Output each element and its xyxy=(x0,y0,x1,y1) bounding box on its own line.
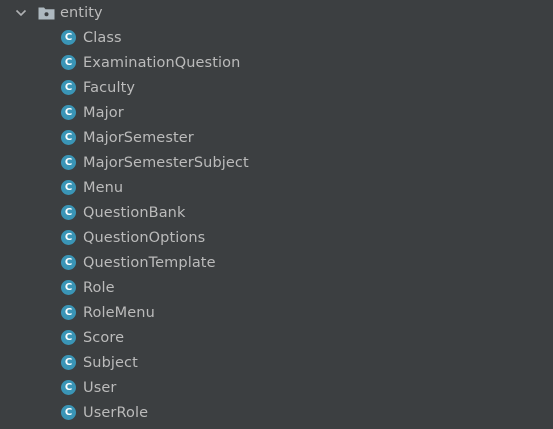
class-label: User xyxy=(83,379,117,396)
class-label: Menu xyxy=(83,179,124,196)
class-icon: C xyxy=(61,155,76,170)
tree-node-class[interactable]: C Class xyxy=(0,25,553,50)
class-label: Major xyxy=(83,104,124,121)
class-icon: C xyxy=(61,230,76,245)
class-label: Faculty xyxy=(83,79,136,96)
tree-node-class[interactable]: C UserRole xyxy=(0,400,553,425)
class-icon: C xyxy=(61,180,76,195)
tree-node-class[interactable]: C User xyxy=(0,375,553,400)
class-icon: C xyxy=(61,255,76,270)
folder-label: entity xyxy=(60,4,103,21)
chevron-down-icon[interactable] xyxy=(14,6,28,20)
tree-node-class[interactable]: C Faculty xyxy=(0,75,553,100)
class-label: Subject xyxy=(83,354,138,371)
class-icon: C xyxy=(61,30,76,45)
class-icon: C xyxy=(61,55,76,70)
class-label: QuestionTemplate xyxy=(83,254,216,271)
class-label: MajorSemesterSubject xyxy=(83,154,249,171)
tree-node-class[interactable]: C Score xyxy=(0,325,553,350)
class-label: UserRole xyxy=(83,404,149,421)
class-icon: C xyxy=(61,280,76,295)
class-label: MajorSemester xyxy=(83,129,194,146)
class-label: RoleMenu xyxy=(83,304,155,321)
class-icon: C xyxy=(61,380,76,395)
tree-node-class[interactable]: C QuestionBank xyxy=(0,200,553,225)
class-label: Class xyxy=(83,29,122,46)
tree-node-class[interactable]: C Role xyxy=(0,275,553,300)
class-icon: C xyxy=(61,305,76,320)
tree-node-class[interactable]: C RoleMenu xyxy=(0,300,553,325)
class-label: QuestionBank xyxy=(83,204,186,221)
tree-node-class[interactable]: C ExaminationQuestion xyxy=(0,50,553,75)
tree-node-class[interactable]: C Subject xyxy=(0,350,553,375)
class-label: QuestionOptions xyxy=(83,229,206,246)
class-icon: C xyxy=(61,405,76,420)
class-icon: C xyxy=(61,355,76,370)
class-label: ExaminationQuestion xyxy=(83,54,241,71)
class-icon: C xyxy=(61,80,76,95)
tree-node-class[interactable]: C Major xyxy=(0,100,553,125)
tree-node-class[interactable]: C MajorSemesterSubject xyxy=(0,150,553,175)
tree-node-class[interactable]: C MajorSemester xyxy=(0,125,553,150)
tree-node-entity-folder[interactable]: entity xyxy=(0,0,553,25)
class-label: Role xyxy=(83,279,115,296)
class-label: Score xyxy=(83,329,125,346)
tree-node-class[interactable]: C QuestionTemplate xyxy=(0,250,553,275)
class-icon: C xyxy=(61,205,76,220)
tree-node-class[interactable]: C QuestionOptions xyxy=(0,225,553,250)
class-icon: C xyxy=(61,330,76,345)
class-icon: C xyxy=(61,105,76,120)
class-icon: C xyxy=(61,130,76,145)
package-folder-icon xyxy=(38,6,55,20)
tree-node-class[interactable]: C Menu xyxy=(0,175,553,200)
